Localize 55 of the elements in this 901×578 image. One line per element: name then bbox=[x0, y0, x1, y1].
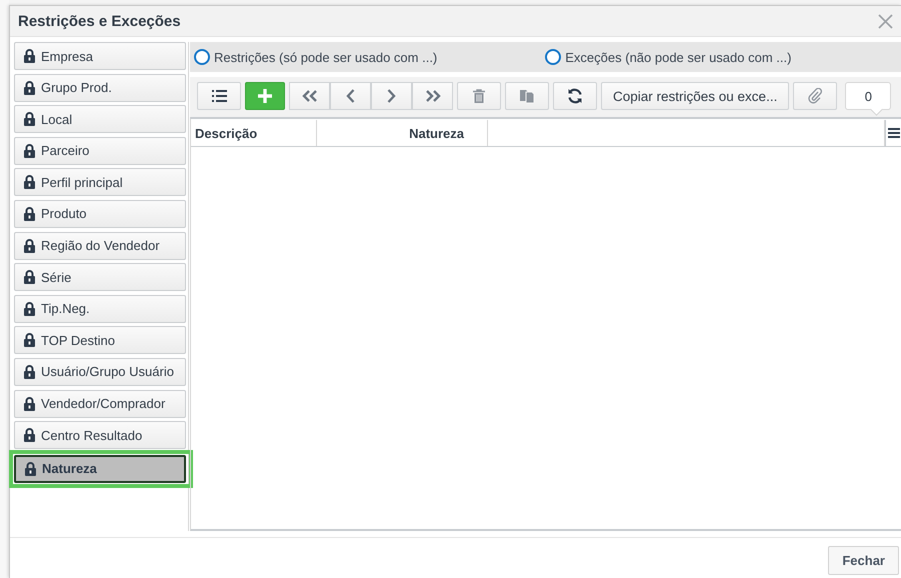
lock-icon bbox=[24, 365, 35, 379]
sidebar-item[interactable]: Vendedor/Comprador bbox=[14, 390, 186, 418]
record-count: 0 bbox=[845, 82, 892, 110]
double-chevron-left-icon bbox=[302, 90, 318, 102]
sidebar-item[interactable]: Empresa bbox=[14, 42, 186, 70]
list-button[interactable] bbox=[197, 82, 241, 110]
radio-option[interactable]: Restrições (só pode ser usado com ...) bbox=[190, 49, 438, 65]
column-header[interactable]: Descrição bbox=[191, 120, 317, 146]
lock-icon bbox=[24, 175, 35, 190]
window-title: Restrições e Exceções bbox=[18, 12, 181, 30]
lock-icon bbox=[24, 207, 35, 221]
chevron-right-icon bbox=[387, 89, 396, 103]
refresh-icon bbox=[567, 88, 583, 104]
lock-icon bbox=[24, 396, 35, 411]
copy-icon bbox=[520, 89, 534, 103]
lock-icon bbox=[24, 144, 35, 158]
lock-icon bbox=[24, 112, 35, 126]
lock-icon bbox=[24, 302, 35, 316]
lock-icon bbox=[24, 80, 35, 95]
lock-icon bbox=[24, 428, 35, 442]
first-page-button[interactable] bbox=[289, 82, 330, 110]
sidebar-item[interactable]: Série bbox=[14, 263, 186, 292]
plus-icon bbox=[258, 89, 272, 103]
sidebar-item[interactable]: Usuário/Grupo Usuário bbox=[14, 358, 186, 386]
column-header[interactable]: Natureza bbox=[317, 120, 488, 146]
column-menu-button[interactable] bbox=[885, 120, 901, 146]
sidebar-item[interactable]: Tip.Neg. bbox=[14, 294, 186, 323]
chevron-left-icon bbox=[346, 89, 355, 103]
paperclip-icon bbox=[808, 88, 822, 104]
lock-icon bbox=[24, 238, 35, 253]
list-icon bbox=[212, 90, 226, 102]
lock-icon bbox=[25, 462, 36, 476]
sidebar-item[interactable]: Natureza bbox=[14, 454, 186, 483]
sidebar-item[interactable]: Produto bbox=[14, 200, 186, 228]
double-chevron-right-icon bbox=[424, 90, 440, 102]
previous-button[interactable] bbox=[330, 82, 371, 110]
sidebar-item[interactable]: Local bbox=[14, 105, 186, 134]
close-icon bbox=[878, 14, 893, 28]
close-dialog-button[interactable]: Fechar bbox=[828, 546, 899, 574]
menu-icon bbox=[888, 128, 900, 138]
lock-icon bbox=[24, 333, 35, 348]
radio-option[interactable]: Exceções (não pode ser usado com ...) bbox=[541, 49, 792, 65]
sidebar-item[interactable]: Perfil principal bbox=[14, 168, 186, 196]
lock-icon bbox=[24, 270, 35, 284]
next-button[interactable] bbox=[371, 82, 412, 110]
sidebar-item[interactable]: Parceiro bbox=[14, 136, 186, 165]
trash-icon bbox=[473, 89, 485, 103]
refresh-button[interactable] bbox=[553, 82, 597, 110]
sidebar-item[interactable]: Grupo Prod. bbox=[14, 74, 186, 102]
sidebar-item[interactable]: Centro Resultado bbox=[14, 421, 186, 450]
last-page-button[interactable] bbox=[412, 82, 453, 110]
lock-icon bbox=[24, 49, 35, 63]
copy-restrictions-button[interactable]: Copiar restrições ou exce... bbox=[601, 82, 790, 110]
sidebar-item[interactable]: TOP Destino bbox=[14, 326, 186, 354]
sidebar-item[interactable]: Região do Vendedor bbox=[14, 232, 186, 260]
